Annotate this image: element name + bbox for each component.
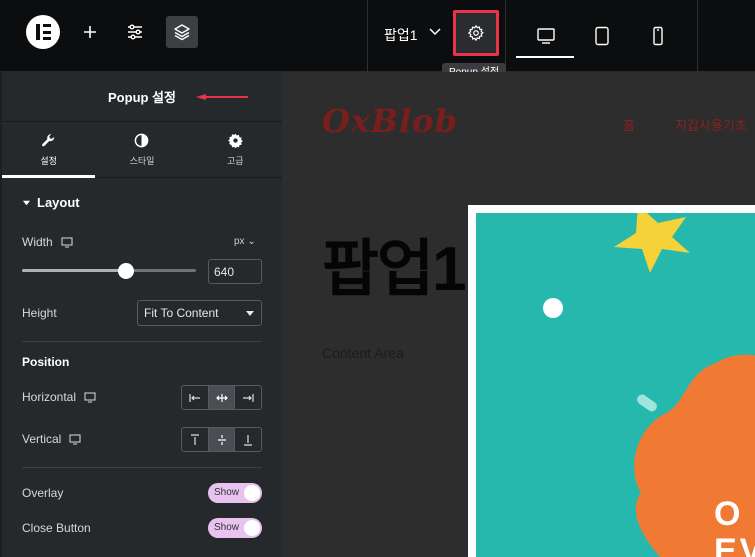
divider xyxy=(22,467,262,468)
layers-icon[interactable] xyxy=(166,16,198,48)
horizontal-control-label: Horizontal xyxy=(22,390,96,404)
tab-label: 설정 xyxy=(40,155,57,166)
popup-headline-line: O xyxy=(714,495,744,533)
site-settings-icon[interactable] xyxy=(119,16,151,48)
popup-settings-button[interactable] xyxy=(453,10,499,56)
height-select-value: Fit To Content xyxy=(144,306,219,320)
divider xyxy=(367,0,368,72)
panel-tabs: 설정 스타일 고급 xyxy=(2,122,282,178)
vertical-control-label: Vertical xyxy=(22,432,81,446)
align-bottom-button[interactable] xyxy=(235,428,261,451)
popup-headline-line: EV xyxy=(714,532,755,557)
popup-image: O EV xyxy=(476,213,755,557)
tab-advanced[interactable]: 고급 xyxy=(189,122,282,177)
position-section-title: Position xyxy=(22,355,70,369)
panel-title: Popup 설정 xyxy=(108,90,176,105)
tab-style[interactable]: 스타일 xyxy=(95,122,188,177)
tab-label: 스타일 xyxy=(129,155,155,166)
close-button-toggle[interactable]: Show xyxy=(208,518,262,538)
slider-fill xyxy=(22,269,126,272)
align-bottom-icon xyxy=(244,434,253,446)
chevron-down-icon: ⌄ xyxy=(247,236,256,247)
editor-canvas[interactable]: OxBlob 홈 지갑사용기초 팝업1 Content Area O EV xyxy=(282,72,755,557)
vertical-label: Vertical xyxy=(22,432,62,446)
height-label: Height xyxy=(22,306,57,320)
height-select[interactable]: Fit To Content xyxy=(137,300,262,326)
nav-link-home[interactable]: 홈 xyxy=(623,115,635,134)
toggle-label: Show xyxy=(214,487,240,498)
overlay-toggle[interactable]: Show xyxy=(208,483,262,503)
unit-selector[interactable]: px ⌄ xyxy=(234,236,256,247)
unit-label: px xyxy=(234,236,245,247)
elementor-logo-icon[interactable] xyxy=(26,15,60,49)
top-bar: 팝업1 xyxy=(0,0,755,72)
divider xyxy=(505,0,506,72)
caret-down-icon xyxy=(246,311,254,316)
site-logo[interactable]: OxBlob xyxy=(322,102,458,140)
panel-header: Popup 설정 xyxy=(2,72,282,122)
align-left-button[interactable] xyxy=(182,386,209,409)
width-label: Width xyxy=(22,235,53,249)
gear-icon xyxy=(227,133,243,148)
align-middle-icon xyxy=(217,434,226,445)
gear-icon xyxy=(467,24,484,42)
width-slider-handle[interactable] xyxy=(118,263,134,279)
wrench-icon xyxy=(42,133,55,146)
desktop-responsive-icon[interactable] xyxy=(84,391,96,403)
horizontal-position-group xyxy=(181,385,262,410)
align-center-button[interactable] xyxy=(208,386,236,409)
divider xyxy=(22,341,262,342)
toggle-knob xyxy=(244,520,260,536)
section-title: Layout xyxy=(37,195,80,210)
desktop-view-icon[interactable] xyxy=(516,16,574,58)
caret-down-icon xyxy=(22,200,31,206)
tablet-view-icon[interactable] xyxy=(582,16,622,56)
layout-section-toggle[interactable]: Layout xyxy=(22,195,80,210)
align-top-button[interactable] xyxy=(182,428,209,451)
tab-label: 고급 xyxy=(227,155,244,166)
close-button-label: Close Button xyxy=(22,521,91,535)
tab-settings[interactable]: 설정 xyxy=(2,122,96,178)
nav-link-wallet[interactable]: 지갑사용기초 xyxy=(675,115,747,134)
toggle-knob xyxy=(244,485,260,501)
half-circle-icon xyxy=(135,133,149,147)
chevron-down-icon[interactable] xyxy=(428,24,442,43)
align-right-button[interactable] xyxy=(235,386,261,409)
divider xyxy=(697,0,698,72)
popup-preview[interactable]: O EV xyxy=(468,205,755,557)
align-top-icon xyxy=(190,433,199,445)
align-middle-button[interactable] xyxy=(208,428,236,451)
mobile-view-icon[interactable] xyxy=(638,16,678,56)
toggle-label: Show xyxy=(214,522,240,533)
page-heading: 팝업1 xyxy=(322,235,467,304)
arrow-annotation-icon xyxy=(196,94,248,100)
settings-panel: Popup 설정 설정 스타일 고급 Layout Width px ⌄ Hei… xyxy=(2,72,282,557)
horizontal-label: Horizontal xyxy=(22,390,77,404)
document-title[interactable]: 팝업1 xyxy=(384,25,418,45)
width-input[interactable] xyxy=(208,259,262,284)
align-right-icon xyxy=(243,393,254,402)
desktop-responsive-icon[interactable] xyxy=(69,433,81,445)
add-element-icon[interactable] xyxy=(74,16,106,48)
width-control-label: Width xyxy=(22,235,73,249)
align-center-icon xyxy=(215,393,228,402)
overlay-label: Overlay xyxy=(22,486,64,500)
align-left-icon xyxy=(189,393,200,402)
desktop-responsive-icon[interactable] xyxy=(61,236,73,248)
popup-headline: O EV xyxy=(714,495,755,557)
content-area: Content Area xyxy=(322,345,404,361)
width-slider[interactable] xyxy=(22,269,196,272)
vertical-position-group xyxy=(181,427,262,452)
